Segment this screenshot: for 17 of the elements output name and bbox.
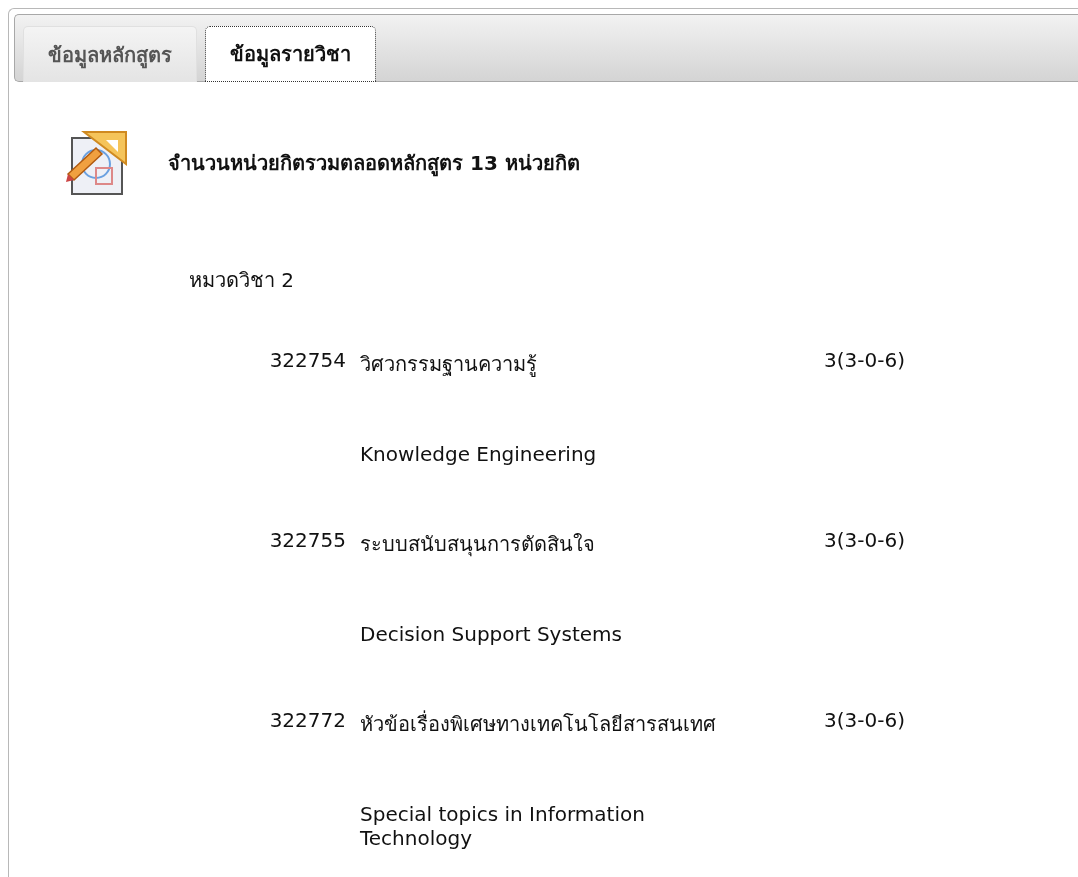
tab[interactable]: ข้อมูลรายวิชา xyxy=(205,26,376,82)
course-code: 322755 xyxy=(268,528,346,552)
course-name-english: Decision Support Systems xyxy=(360,622,623,646)
course-credits: 3(3-0-6) xyxy=(824,528,906,552)
category-heading: หมวดวิชา 2 xyxy=(189,267,296,294)
course-name-thai: วิศวกรรมฐานความรู้ xyxy=(360,351,538,379)
course-credits: 3(3-0-6) xyxy=(824,708,906,732)
course-name-thai: ระบบสนับสนุนการตัดสินใจ xyxy=(360,531,596,559)
total-credits-text: จำนวนหน่วยกิตรวมตลอดหลักสูตร 13 หน่วยกิต xyxy=(168,150,580,179)
course-name-thai: หัวข้อเรื่องพิเศษทางเทคโนโลยีสารสนเทศ xyxy=(360,709,717,738)
course-code: 322772 xyxy=(268,708,346,732)
course-name-english: Special topics in Information Technology xyxy=(360,802,646,850)
course-name-english: Knowledge Engineering xyxy=(360,442,598,466)
tab[interactable]: ข้อมูลหลักสูตร xyxy=(23,26,197,82)
course-code: 322754 xyxy=(268,348,346,372)
course-credits: 3(3-0-6) xyxy=(824,348,906,372)
drafting-icon xyxy=(66,130,128,196)
